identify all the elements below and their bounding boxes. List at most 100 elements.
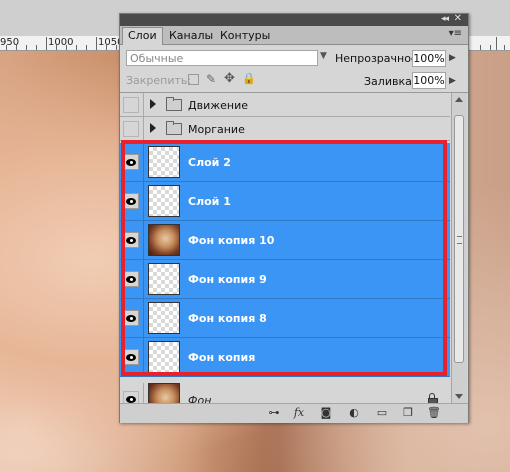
- trash-icon[interactable]: 🗑: [426, 406, 442, 420]
- eye-icon: [124, 194, 140, 210]
- row-divider: [143, 383, 144, 403]
- adjustment-layer-icon[interactable]: ◐: [346, 406, 362, 420]
- fx-icon[interactable]: fx: [291, 406, 307, 420]
- visibility-toggle[interactable]: [123, 310, 139, 326]
- layer-name: Слой 1: [188, 195, 231, 208]
- visibility-toggle[interactable]: [123, 193, 139, 209]
- layer-name: Фон копия 9: [188, 273, 267, 286]
- layers-toolbar: ⊶ fx ◙ ◐ ▭ ❐ 🗑: [120, 403, 468, 423]
- layer-thumbnail: [148, 146, 180, 178]
- layers-panel: ◂◂ ✕ Слои Каналы Контуры ▾≡ Обычные ▼ Не…: [119, 13, 469, 423]
- layer-name: Фон: [188, 394, 212, 403]
- row-divider: [143, 221, 144, 259]
- visibility-toggle[interactable]: [123, 271, 139, 287]
- add-mask-icon[interactable]: ◙: [318, 406, 334, 420]
- ruler-tick: [504, 45, 505, 50]
- row-divider: [143, 338, 144, 376]
- expand-arrow-icon[interactable]: [150, 123, 156, 133]
- lock-transparency-icon[interactable]: [188, 74, 199, 85]
- eye-icon: [124, 311, 140, 327]
- panel-titlebar[interactable]: ◂◂ ✕: [120, 13, 468, 26]
- folder-icon: [166, 97, 182, 111]
- panel-menu-icon[interactable]: ▾≡: [449, 28, 462, 39]
- layer-thumbnail: [148, 383, 180, 403]
- layer-thumbnail: [148, 185, 180, 217]
- collapse-icon[interactable]: ◂◂: [441, 14, 449, 24]
- ruler-tick: [490, 45, 491, 50]
- ruler-tick: [46, 37, 47, 50]
- eye-icon: [124, 155, 140, 171]
- ruler-tick: [66, 45, 67, 50]
- eye-icon: [124, 272, 140, 288]
- new-layer-icon[interactable]: ❐: [400, 406, 416, 420]
- ruler-tick: [86, 45, 87, 50]
- layer-name: Фон копия 8: [188, 312, 267, 325]
- row-divider: [143, 117, 144, 140]
- layer-row[interactable]: Слой 2: [120, 143, 450, 182]
- layer-thumbnail: [148, 341, 180, 373]
- layer-name: Слой 2: [188, 156, 231, 169]
- close-icon[interactable]: ✕: [454, 13, 462, 24]
- layer-name: Фон копия 10: [188, 234, 275, 247]
- layer-row[interactable]: Фон: [120, 383, 450, 403]
- fill-input[interactable]: 100%: [412, 72, 446, 89]
- visibility-toggle[interactable]: [123, 232, 139, 248]
- layer-name: Фон копия: [188, 351, 256, 364]
- new-group-icon[interactable]: ▭: [374, 406, 390, 420]
- layers-scrollbar[interactable]: [451, 93, 467, 403]
- fill-arrow-icon[interactable]: ▶: [449, 76, 456, 86]
- visibility-toggle[interactable]: [123, 349, 139, 365]
- layers-list: Движение Моргание Слой 2 Слой 1 Фон копи…: [120, 93, 450, 403]
- row-divider: [143, 260, 144, 298]
- layer-row[interactable]: Слой 1: [120, 182, 450, 221]
- visibility-toggle[interactable]: [123, 97, 139, 113]
- visibility-toggle[interactable]: [123, 121, 139, 137]
- ruler-label-1000: 1000: [48, 37, 74, 48]
- row-divider: [143, 299, 144, 337]
- opacity-arrow-icon[interactable]: ▶: [449, 53, 456, 63]
- visibility-toggle[interactable]: [123, 391, 139, 403]
- fill-label: Заливка:: [364, 75, 416, 88]
- layer-row[interactable]: Фон копия 9: [120, 260, 450, 299]
- ruler-tick: [96, 37, 97, 50]
- grip-icon: [457, 236, 462, 244]
- lock-label: Закрепить:: [126, 74, 192, 87]
- ruler-tick: [496, 37, 497, 50]
- ruler-tick: [26, 45, 27, 50]
- layer-row[interactable]: Фон копия 8: [120, 299, 450, 338]
- lock-all-icon[interactable]: 🔒: [242, 72, 256, 85]
- layer-group-row[interactable]: Движение: [120, 93, 450, 117]
- panel-tabs: Слои Каналы Контуры ▾≡: [120, 26, 468, 45]
- folder-icon: [166, 121, 182, 135]
- ruler-tick: [480, 45, 481, 50]
- layer-name: Моргание: [188, 123, 245, 136]
- link-layers-icon[interactable]: ⊶: [266, 406, 282, 420]
- layer-group-row[interactable]: Моргание: [120, 117, 450, 141]
- ruler-tick: [6, 45, 7, 50]
- lock-brush-icon[interactable]: ✎: [206, 72, 216, 86]
- scrollbar-thumb[interactable]: [454, 115, 464, 363]
- lock-move-icon[interactable]: ✥: [224, 71, 235, 86]
- chevron-down-icon[interactable]: ▼: [320, 51, 327, 61]
- layer-thumbnail: [148, 263, 180, 295]
- expand-arrow-icon[interactable]: [150, 99, 156, 109]
- tab-paths[interactable]: Контуры: [215, 28, 275, 43]
- scroll-up-icon[interactable]: [455, 97, 463, 102]
- opacity-input[interactable]: 100%: [412, 50, 446, 67]
- visibility-toggle[interactable]: [123, 154, 139, 170]
- row-divider: [143, 182, 144, 220]
- eye-icon: [124, 392, 140, 403]
- scroll-down-icon[interactable]: [455, 394, 463, 399]
- layer-name: Движение: [188, 99, 249, 112]
- eye-icon: [124, 350, 140, 366]
- row-divider: [143, 93, 144, 116]
- blend-mode-select[interactable]: Обычные: [126, 50, 318, 66]
- tab-channels[interactable]: Каналы: [164, 28, 218, 43]
- layer-row[interactable]: Фон копия: [120, 338, 450, 377]
- ruler-tick: [116, 45, 117, 50]
- ruler-tick: [76, 45, 77, 50]
- ruler-tick: [56, 45, 57, 50]
- tab-layers[interactable]: Слои: [122, 27, 163, 45]
- layer-row[interactable]: Фон копия 10: [120, 221, 450, 260]
- ruler-tick: [16, 45, 17, 50]
